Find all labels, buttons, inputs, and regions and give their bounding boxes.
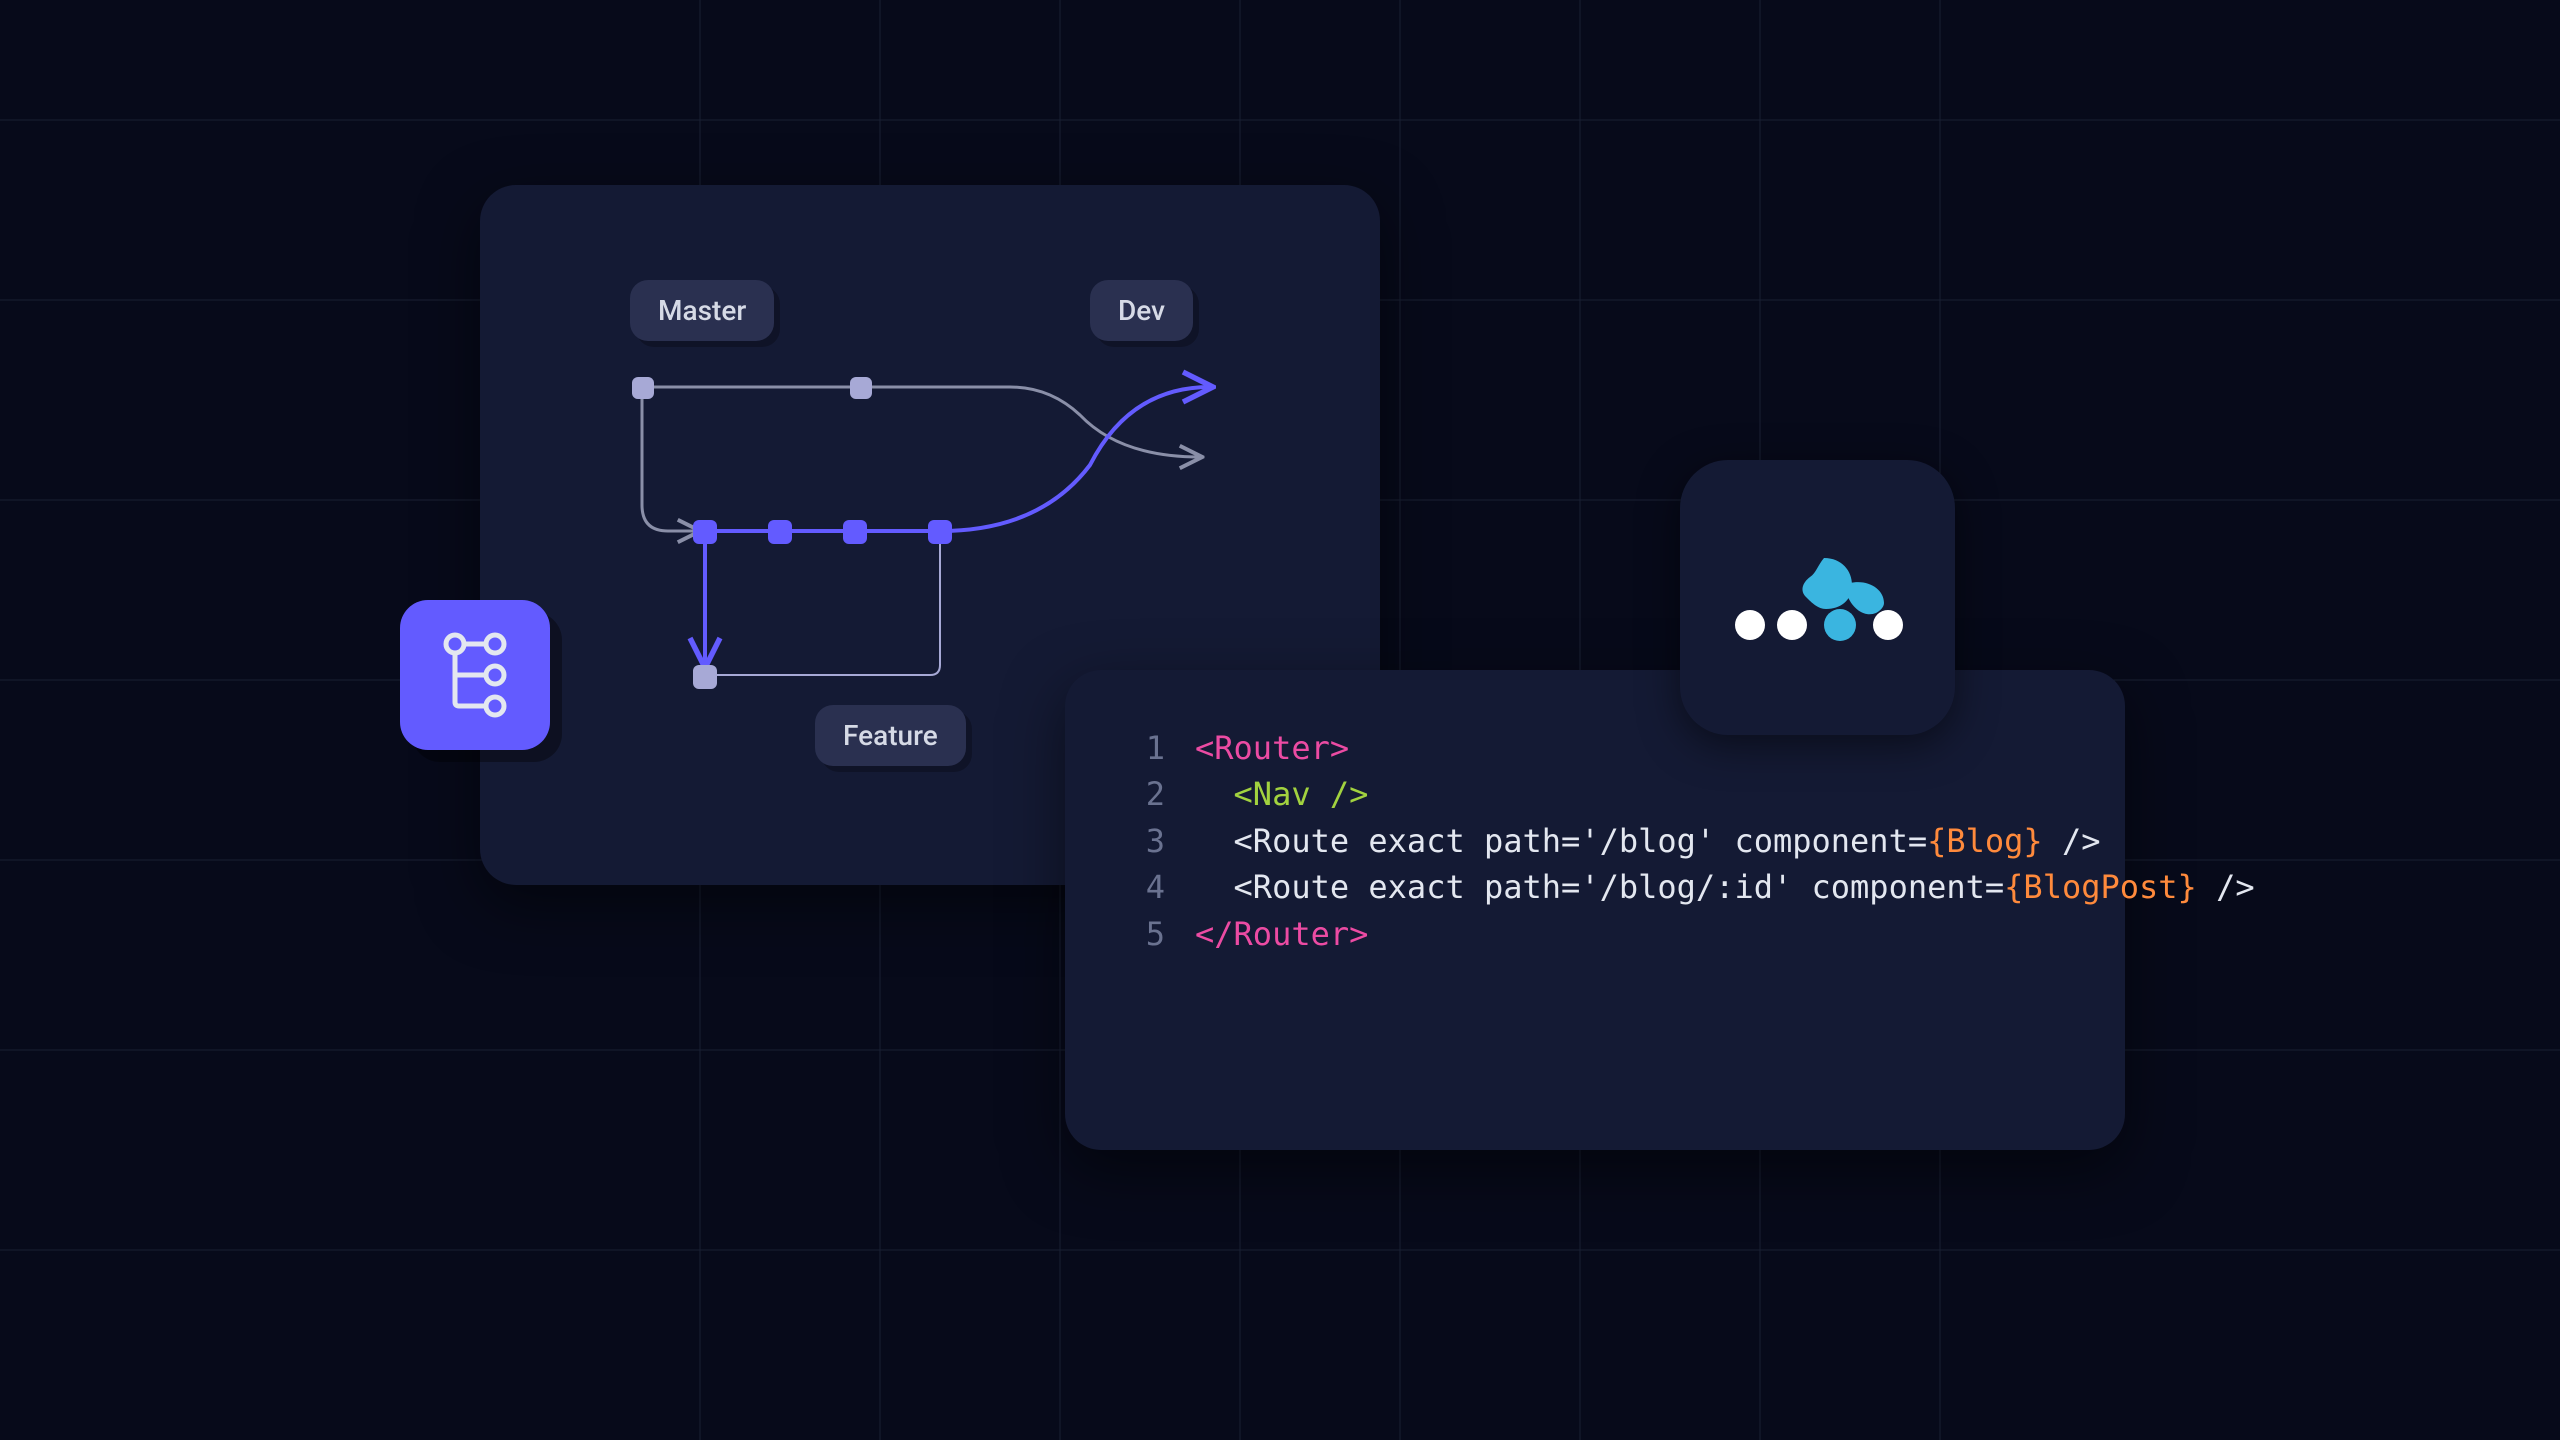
git-branch-icon xyxy=(400,600,550,750)
code-line: 2 <Nav /> xyxy=(1135,771,2055,817)
code-line: 5</Router> xyxy=(1135,911,2055,957)
line-number: 3 xyxy=(1135,818,1195,864)
line-content: <Router> xyxy=(1195,725,1349,771)
line-content: <Route exact path='/blog' component={Blo… xyxy=(1195,818,2100,864)
code-line: 3 <Route exact path='/blog' component={B… xyxy=(1135,818,2055,864)
line-content: </Router> xyxy=(1195,911,1368,957)
line-content: <Nav /> xyxy=(1195,771,1368,817)
code-panel: 1<Router>2 <Nav />3 <Route exact path='/… xyxy=(1065,670,2125,1150)
line-number: 5 xyxy=(1135,911,1195,957)
line-number: 1 xyxy=(1135,725,1195,771)
line-number: 4 xyxy=(1135,864,1195,910)
react-router-logo xyxy=(1680,460,1955,735)
code-block: 1<Router>2 <Nav />3 <Route exact path='/… xyxy=(1135,725,2055,957)
line-number: 2 xyxy=(1135,771,1195,817)
code-line: 4 <Route exact path='/blog/:id' componen… xyxy=(1135,864,2055,910)
line-content: <Route exact path='/blog/:id' component=… xyxy=(1195,864,2255,910)
